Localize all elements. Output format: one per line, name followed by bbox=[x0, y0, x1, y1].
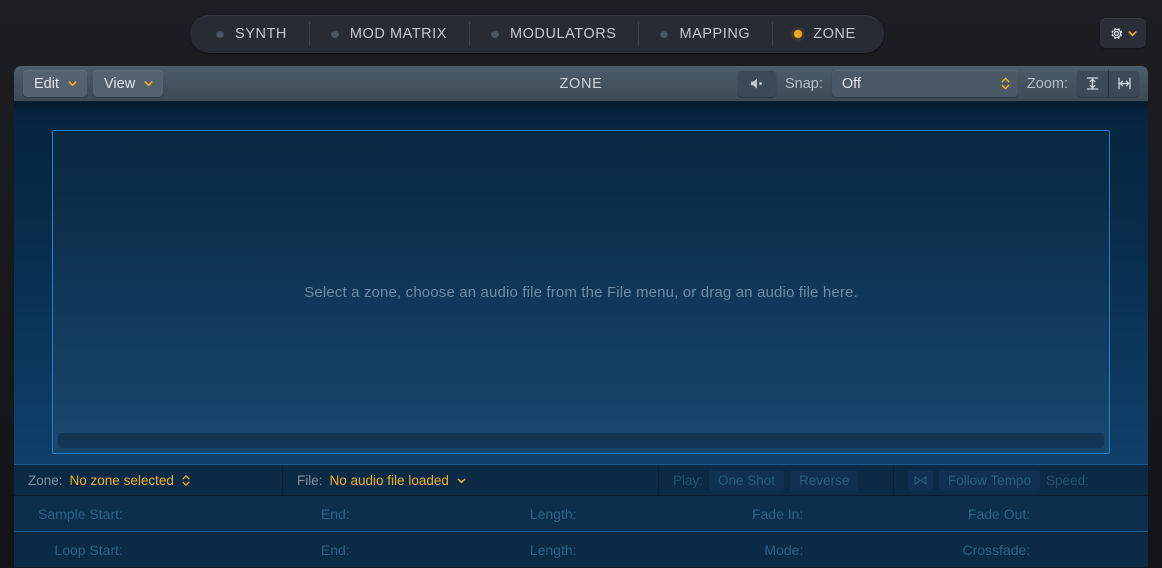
toolbar-controls: Snap: Off Zoom: bbox=[738, 70, 1139, 97]
zone-toolbar: Edit View ZONE Snap: Off Zoom: bbox=[14, 66, 1148, 102]
view-menu-button[interactable]: View bbox=[93, 70, 164, 97]
snap-select[interactable]: Off bbox=[831, 70, 1018, 97]
speed-label: Speed: bbox=[1046, 472, 1089, 488]
tab-mod-matrix[interactable]: MOD MATRIX bbox=[308, 15, 469, 53]
tab-mapping[interactable]: MAPPING bbox=[638, 15, 772, 53]
top-tab-bar: SYNTH MOD MATRIX MODULATORS MAPPING ZONE bbox=[0, 0, 1162, 66]
sample-length-label[interactable]: Length: bbox=[468, 496, 586, 531]
stepper-up-down-icon bbox=[1000, 75, 1011, 92]
loop-end-value[interactable] bbox=[359, 532, 468, 567]
tab-zone[interactable]: ZONE bbox=[772, 15, 883, 53]
tab-synth[interactable]: SYNTH bbox=[190, 15, 309, 53]
chevron-down-icon bbox=[67, 78, 78, 89]
stepper-up-down-icon bbox=[181, 473, 191, 488]
zoom-label: Zoom: bbox=[1026, 75, 1068, 92]
tab-label: ZONE bbox=[813, 26, 856, 42]
plugin-window: SYNTH MOD MATRIX MODULATORS MAPPING ZONE bbox=[0, 0, 1162, 568]
tempo-sync-button[interactable] bbox=[908, 469, 933, 491]
snap-label: Snap: bbox=[785, 75, 823, 92]
reverse-button[interactable]: Reverse bbox=[790, 469, 859, 491]
chevron-down-icon bbox=[456, 475, 467, 486]
tempo-group: Follow Tempo Speed: bbox=[893, 465, 1148, 495]
loop-mode-label[interactable]: Mode: bbox=[694, 532, 812, 567]
view-menu-label: View bbox=[104, 75, 136, 92]
crossfade-label[interactable]: Crossfade: bbox=[921, 532, 1039, 567]
loop-parameter-row: Loop Start: End: Length: Mode: Crossfade… bbox=[14, 531, 1148, 567]
zone-value: No zone selected bbox=[69, 472, 174, 488]
zone-placeholder-text: Select a zone, choose an audio file from… bbox=[304, 283, 858, 301]
speaker-icon bbox=[748, 76, 767, 91]
sample-parameter-row: Sample Start: End: Length: Fade In: Fade… bbox=[14, 495, 1148, 531]
zone-label: Zone: bbox=[28, 472, 63, 488]
sample-end-label[interactable]: End: bbox=[241, 496, 359, 531]
loop-start-value[interactable] bbox=[132, 532, 241, 567]
chevron-down-icon bbox=[143, 78, 154, 89]
sample-end-value[interactable] bbox=[359, 496, 468, 531]
fade-out-label[interactable]: Fade Out: bbox=[921, 496, 1039, 531]
one-shot-button[interactable]: One Shot bbox=[709, 469, 785, 491]
file-selector[interactable]: File: No audio file loaded bbox=[282, 465, 658, 495]
chevron-down-icon bbox=[1127, 28, 1138, 39]
zone-editor-panel: Edit View ZONE Snap: Off Zoom: Select a … bbox=[14, 66, 1148, 568]
toolbar-menus: Edit View bbox=[23, 70, 164, 97]
status-dot-icon bbox=[794, 30, 803, 38]
crossfade-value[interactable] bbox=[1039, 532, 1148, 567]
loop-length-label[interactable]: Length: bbox=[468, 532, 586, 567]
sample-start-value[interactable] bbox=[132, 496, 241, 531]
tab-group: SYNTH MOD MATRIX MODULATORS MAPPING ZONE bbox=[190, 15, 884, 53]
status-dot-icon bbox=[330, 30, 339, 38]
play-mode-group: Play: One Shot Reverse bbox=[658, 465, 893, 495]
status-dot-icon bbox=[216, 30, 224, 38]
zoom-horizontal-icon bbox=[1116, 75, 1133, 92]
audition-button[interactable] bbox=[738, 70, 776, 97]
settings-menu-button[interactable] bbox=[1100, 18, 1146, 48]
tab-label: MOD MATRIX bbox=[349, 26, 447, 42]
fade-out-value[interactable] bbox=[1039, 496, 1148, 531]
zoom-vertical-button[interactable] bbox=[1077, 70, 1108, 97]
waveform-stage: Select a zone, choose an audio file from… bbox=[14, 102, 1148, 464]
tab-label: MODULATORS bbox=[509, 26, 617, 42]
edit-menu-button[interactable]: Edit bbox=[23, 70, 87, 97]
zone-drop-area[interactable]: Select a zone, choose an audio file from… bbox=[52, 130, 1110, 454]
horizontal-scrollbar[interactable] bbox=[58, 433, 1104, 448]
loop-start-label[interactable]: Loop Start: bbox=[14, 532, 132, 567]
loop-length-value[interactable] bbox=[586, 532, 695, 567]
zoom-horizontal-button[interactable] bbox=[1108, 70, 1139, 97]
sample-start-label[interactable]: Sample Start: bbox=[14, 496, 132, 531]
tab-label: SYNTH bbox=[235, 26, 287, 42]
play-label: Play: bbox=[673, 472, 704, 488]
snap-value: Off bbox=[841, 75, 861, 92]
status-dot-icon bbox=[660, 30, 669, 38]
loop-end-label[interactable]: End: bbox=[241, 532, 359, 567]
gear-icon bbox=[1109, 26, 1124, 41]
loop-mode-value[interactable] bbox=[812, 532, 921, 567]
tab-modulators[interactable]: MODULATORS bbox=[468, 15, 638, 53]
zone-info-bar: Zone: No zone selected File: No audio fi… bbox=[14, 464, 1148, 495]
tab-label: MAPPING bbox=[679, 26, 751, 42]
fade-in-value[interactable] bbox=[812, 496, 921, 531]
zoom-vertical-icon bbox=[1084, 75, 1101, 92]
file-label: File: bbox=[297, 472, 323, 488]
sample-length-value[interactable] bbox=[586, 496, 695, 531]
zone-selector[interactable]: Zone: No zone selected bbox=[14, 465, 282, 495]
follow-tempo-button[interactable]: Follow Tempo bbox=[939, 469, 1041, 491]
edit-menu-label: Edit bbox=[34, 75, 59, 92]
zoom-button-group bbox=[1077, 70, 1139, 97]
file-value: No audio file loaded bbox=[329, 472, 449, 488]
status-dot-icon bbox=[490, 30, 499, 38]
tempo-sync-icon bbox=[913, 475, 928, 486]
fade-in-label[interactable]: Fade In: bbox=[694, 496, 812, 531]
